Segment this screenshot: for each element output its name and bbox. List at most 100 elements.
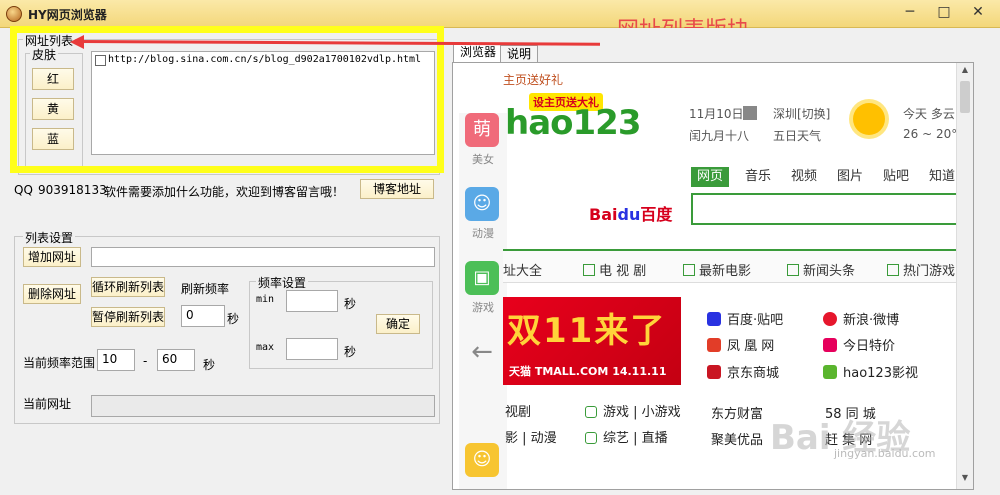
hao-video-icon — [823, 365, 837, 379]
loop-refresh-button[interactable]: 循环刷新列表 — [91, 277, 165, 297]
site-baidu-tieba[interactable]: 百度·贴吧 — [707, 309, 783, 328]
site-jd[interactable]: 京东商城 — [707, 362, 779, 381]
range-from-input[interactable]: 10 — [97, 349, 135, 371]
rail-beauty-icon[interactable]: 萌 — [465, 113, 499, 147]
games-link-icon — [585, 406, 597, 418]
category-nav: 址大全 电 视 剧 最新电影 新闻头条 热门游戏 — [503, 249, 973, 283]
search-input[interactable] — [691, 193, 961, 225]
tab-help[interactable]: 说明 — [500, 45, 539, 62]
freq-min-unit: 秒 — [344, 297, 357, 311]
current-url-label: 当前网址 — [23, 397, 72, 411]
double11-banner[interactable]: 双11来了 天猫 TMALL.COM 14.11.11 — [503, 297, 681, 385]
rail-game-icon[interactable]: ▣ — [465, 261, 499, 295]
rail-anime-icon[interactable]: ☺ — [465, 187, 499, 221]
maximize-button[interactable]: □ — [930, 4, 958, 22]
add-url-input[interactable] — [91, 247, 435, 267]
rail-anime-label[interactable]: 动漫 — [459, 225, 507, 241]
calendar-icon[interactable] — [743, 106, 757, 120]
nav-tv-label: 电 视 剧 — [599, 264, 647, 279]
link-games-label: 游戏 | 小游戏 — [603, 405, 681, 420]
nav-movies[interactable]: 最新电影 — [683, 260, 751, 279]
nav-site-directory[interactable]: 址大全 — [503, 260, 542, 279]
tab-browser[interactable]: 浏览器 — [453, 43, 504, 62]
minimize-button[interactable]: ─ — [896, 4, 924, 22]
site-jumei[interactable]: 聚美优品 — [711, 429, 763, 448]
scroll-thumb[interactable] — [960, 81, 970, 113]
link-variety[interactable]: 综艺 | 直播 — [585, 427, 668, 446]
range-to-input[interactable]: 60 — [157, 349, 195, 371]
search-tab-tieba[interactable]: 贴吧 — [877, 167, 915, 187]
title-bar: HY网页浏览器 ─ □ ✕ — [0, 0, 1000, 28]
site-hao123-video-label: hao123影视 — [843, 366, 918, 381]
current-url-input — [91, 395, 435, 417]
date-text: 11月10日 — [689, 107, 744, 121]
freq-min-input[interactable] — [286, 290, 338, 312]
site-jd-label: 京东商城 — [727, 366, 780, 381]
site-sina-weibo-label: 新浪·微博 — [843, 313, 900, 328]
link-tv-drama[interactable]: 视剧 — [505, 401, 531, 420]
nav-news-label: 新闻头条 — [803, 264, 856, 279]
site-eastmoney[interactable]: 东方财富 — [711, 403, 763, 422]
tv-icon — [583, 264, 595, 276]
site-today-deals[interactable]: 今日特价 — [823, 335, 895, 354]
baidu-logo[interactable]: Baidu百度 — [589, 201, 672, 225]
list-settings-title: 列表设置 — [23, 229, 76, 246]
site-baidu-tieba-label: 百度·贴吧 — [727, 313, 784, 328]
link-games[interactable]: 游戏 | 小游戏 — [585, 401, 681, 420]
today-weather: 今天 多云 — [903, 107, 955, 121]
banner-subtext: 天猫 TMALL.COM 14.11.11 — [509, 365, 667, 378]
site-hao123-video[interactable]: hao123影视 — [823, 362, 918, 381]
city-switch[interactable]: 深圳[切换] — [773, 105, 830, 122]
blog-address-button[interactable]: 博客地址 — [360, 179, 434, 199]
search-tab-music[interactable]: 音乐 — [739, 167, 777, 187]
list-settings-group: 列表设置 增加网址 删除网址 循环刷新列表 暂停刷新列表 刷新频率 0 秒 频率… — [14, 229, 440, 424]
film-icon — [683, 264, 695, 276]
side-rail: 萌 美女 ☺ 动漫 ▣ 游戏 ← ☺ — [459, 113, 507, 489]
site-sina-weibo[interactable]: 新浪·微博 — [823, 309, 899, 328]
baidu-logo-cn: 百度 — [640, 205, 673, 224]
delete-url-button[interactable]: 删除网址 — [23, 284, 81, 304]
rail-game-label[interactable]: 游戏 — [459, 299, 507, 315]
lunar-text: 闰九月十八 — [689, 129, 750, 143]
close-button[interactable]: ✕ — [964, 4, 992, 22]
baidu-logo-du: du — [617, 205, 641, 224]
search-tab-web[interactable]: 网页 — [691, 167, 730, 187]
nav-news[interactable]: 新闻头条 — [787, 260, 855, 279]
banner-headline: 双11来了 — [507, 311, 667, 351]
five-day-weather[interactable]: 五日天气 — [773, 127, 821, 144]
search-tab-image[interactable]: 图片 — [831, 167, 869, 187]
browser-scrollbar[interactable]: ▲ ▼ — [956, 63, 973, 489]
rail-back-arrow-icon[interactable]: ← — [465, 335, 499, 369]
site-ifeng[interactable]: 凤 凰 网 — [707, 335, 774, 354]
qq-number: 903918133 — [38, 183, 107, 197]
freq-min-label: min — [256, 294, 275, 305]
info-message: 软件需要添加什么功能，欢迎到博客留言哦！ — [104, 185, 345, 199]
app-icon — [6, 6, 22, 22]
promo-text[interactable]: 主页送好礼 — [503, 71, 563, 88]
refresh-freq-unit: 秒 — [227, 312, 240, 326]
hao123-logo[interactable]: hao123 — [505, 103, 641, 143]
freq-max-unit: 秒 — [344, 345, 357, 359]
variety-link-icon — [585, 432, 597, 444]
site-ifeng-label: 凤 凰 网 — [727, 339, 775, 354]
refresh-freq-input[interactable]: 0 — [181, 305, 225, 327]
link-variety-label: 综艺 | 直播 — [603, 431, 668, 446]
pause-refresh-button[interactable]: 暂停刷新列表 — [91, 307, 165, 327]
rail-beauty-label[interactable]: 美女 — [459, 151, 507, 167]
add-url-button[interactable]: 增加网址 — [23, 247, 81, 267]
annotation-arrow-head-icon — [70, 35, 84, 49]
link-film-anime[interactable]: 影 | 动漫 — [505, 427, 557, 446]
search-tab-video[interactable]: 视频 — [785, 167, 823, 187]
confirm-button[interactable]: 确定 — [376, 314, 420, 334]
rail-smile-icon[interactable]: ☺ — [465, 443, 499, 477]
scroll-up-arrow-icon[interactable]: ▲ — [959, 65, 971, 79]
news-icon — [787, 264, 799, 276]
tag-icon — [823, 338, 837, 352]
range-dash: - — [143, 354, 148, 368]
window-title: HY网页浏览器 — [28, 8, 107, 22]
nav-games[interactable]: 热门游戏 — [887, 260, 955, 279]
watermark-url: jingyan.baidu.com — [834, 447, 936, 460]
scroll-down-arrow-icon[interactable]: ▼ — [959, 473, 971, 487]
nav-tv[interactable]: 电 视 剧 — [583, 260, 646, 279]
freq-max-input[interactable] — [286, 338, 338, 360]
